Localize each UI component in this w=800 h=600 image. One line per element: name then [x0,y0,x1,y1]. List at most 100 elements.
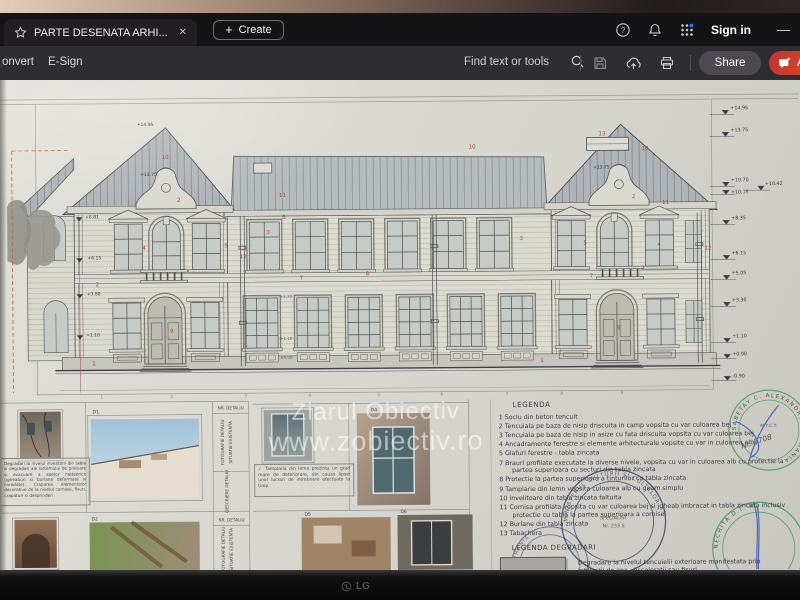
help-icon[interactable]: ? [615,22,631,38]
svg-text:+13.75: +13.75 [140,172,157,178]
svg-text:2: 2 [632,194,636,200]
camera-glare-strip [0,0,800,13]
svg-text:1: 1 [92,361,96,367]
sign-in-button[interactable]: Sign in [711,23,751,37]
side-wing-roof [21,159,74,218]
lg-logo: LG [341,581,370,592]
find-input[interactable] [462,55,562,69]
legend-item: 12 Burlane din tabla zincata [500,519,798,529]
legend-block: LEGENDA 1 Soclu din beton tencuit 2 Tenc… [499,399,798,570]
svg-text:+6.15: +6.15 [731,250,746,256]
legend-item: 13 Tabachera [500,528,798,538]
svg-text:5: 5 [583,241,587,247]
svg-text:+0.90: +0.90 [732,351,747,357]
svg-text:7: 7 [300,276,304,282]
legend-item: 4 Ancadramente ferestre si elemente arhi… [499,439,797,449]
svg-text:7: 7 [506,391,509,396]
svg-text:+6.15: +6.15 [87,255,101,261]
minimize-button[interactable]: — [777,22,790,37]
svg-text:+1.10: +1.10 [280,336,293,341]
detail-note-joinery: ✓ Tamplaria din lemn prezinta un grad ma… [254,463,354,497]
chat-ai-icon [777,56,792,71]
svg-text:3: 3 [519,236,523,242]
svg-text:11: 11 [279,193,286,199]
svg-text:+10.70: +10.70 [731,177,749,183]
detail-note-roof: Degradari la nivelul invelitorii din tab… [1,457,90,506]
legend-item: 11 Cornisa profilata vopsita cu var culo… [499,502,797,520]
svg-text:3: 3 [266,230,270,236]
svg-text:5: 5 [378,392,381,397]
apps-grid-icon[interactable] [679,22,695,38]
document-area: +14.95 +13.75 +10.70 +10.42 +10.15 +8.35… [0,80,800,570]
legend-item: 5 Glafuri ferestre - tabla zincata [499,448,797,458]
svg-text:+5.05: +5.05 [732,270,747,276]
ai-assistant-button[interactable]: As [769,51,800,75]
svg-text:SITUATIE EXISTENTA: SITUATIE EXISTENTA [229,528,234,570]
legend-item: 8 Protectie la partea superioara a tintu… [499,474,797,484]
degradation-description: Degradare la nivelul tencuielii exterioa… [578,555,783,570]
svg-text:+14.95: +14.95 [730,105,748,111]
svg-text:9: 9 [617,325,621,331]
cloud-upload-icon[interactable] [625,55,642,71]
tab-bar: PARTE DESENATA ARHI... ✕ + Create ? [0,13,800,46]
svg-text:2: 2 [171,394,174,399]
svg-text:+1.10: +1.10 [732,333,747,339]
notifications-bell-icon[interactable] [647,22,663,38]
svg-text:13: 13 [598,131,606,137]
svg-text:12: 12 [704,246,711,252]
svg-text:+8.81: +8.81 [85,214,99,220]
svg-text:2: 2 [177,198,181,204]
svg-text:D2: D2 [91,516,98,522]
create-button[interactable]: + Create [213,20,284,40]
svg-text:FOTOGRAFIE DETALIU: FOTOGRAFIE DETALIU [220,420,225,466]
detail-table-headers: NR. DETALIU FOTOGRAFIE DETALIU SITUATIE … [218,405,245,570]
acrobat-window: PARTE DESENATA ARHI... ✕ + Create ? [0,13,800,570]
tab-close-icon[interactable]: ✕ [179,27,187,38]
toolbar: onvert E-Sign [0,46,800,80]
menu-esign[interactable]: E-Sign [48,56,83,68]
toolbar-divider-2 [690,55,691,71]
svg-text:D6: D6 [400,509,407,515]
svg-text:+3.30: +3.30 [732,297,747,303]
svg-text:+10.15: +10.15 [731,189,749,195]
svg-text:FOTOGRAFIE DETALIU: FOTOGRAFIE DETALIU [221,527,226,570]
svg-text:11: 11 [662,200,669,206]
legend-item: 9 Tamplarie din lemn vopsita culoarea al… [499,484,797,494]
legend-title: LEGENDA [513,399,797,410]
svg-text:+3.80: +3.80 [87,291,101,297]
svg-text:5: 5 [224,243,228,249]
photo-building-corner [20,412,61,459]
svg-text:?: ? [621,26,626,35]
roof-hatch-small [254,163,272,173]
printer-icon[interactable] [659,55,675,71]
toolbar-divider [580,55,581,71]
svg-text:1: 1 [101,394,104,399]
legend-item: 1 Soclu din beton tencuit [499,412,797,422]
svg-text:1: 1 [540,358,544,364]
svg-text:2: 2 [96,282,100,288]
svg-text:+13.75: +13.75 [730,127,748,133]
svg-text:+8.35: +8.35 [731,215,746,221]
favorite-star-icon[interactable] [14,26,27,39]
drawing-sheet: +14.95 +13.75 +10.70 +10.42 +10.15 +8.35… [0,80,800,570]
svg-text:SITUATIE EXISTENTA: SITUATIE EXISTENTA [228,421,233,464]
legend-item: 7 Brauri profilate executate la diverse … [499,458,797,476]
find-bar[interactable] [462,54,585,69]
svg-text:12: 12 [239,254,246,260]
save-icon[interactable] [592,55,608,71]
document-tab[interactable]: PARTE DESENATA ARHI... ✕ [4,19,197,46]
menu-convert[interactable]: onvert [2,56,34,68]
svg-text:D4: D4 [371,407,378,413]
photo-masonry-vegetation [90,522,200,570]
svg-text:4: 4 [657,242,661,248]
legend-item: 2 Tencuiala pe baza de nisip driscuita i… [499,421,797,431]
axis-labels: 1 2 3 4 5 6 7 8 9 [60,386,710,400]
legend-degradari-title: LEGENDA DEGRADARI [512,542,798,553]
svg-text:-0.90: -0.90 [732,373,744,379]
svg-text:8: 8 [282,215,286,221]
svg-text:D5: D5 [304,512,311,518]
tab-title: PARTE DESENATA ARHI... [34,27,168,39]
svg-text:9: 9 [170,329,174,335]
search-icon[interactable] [570,54,585,69]
share-button[interactable]: Share [699,51,761,75]
